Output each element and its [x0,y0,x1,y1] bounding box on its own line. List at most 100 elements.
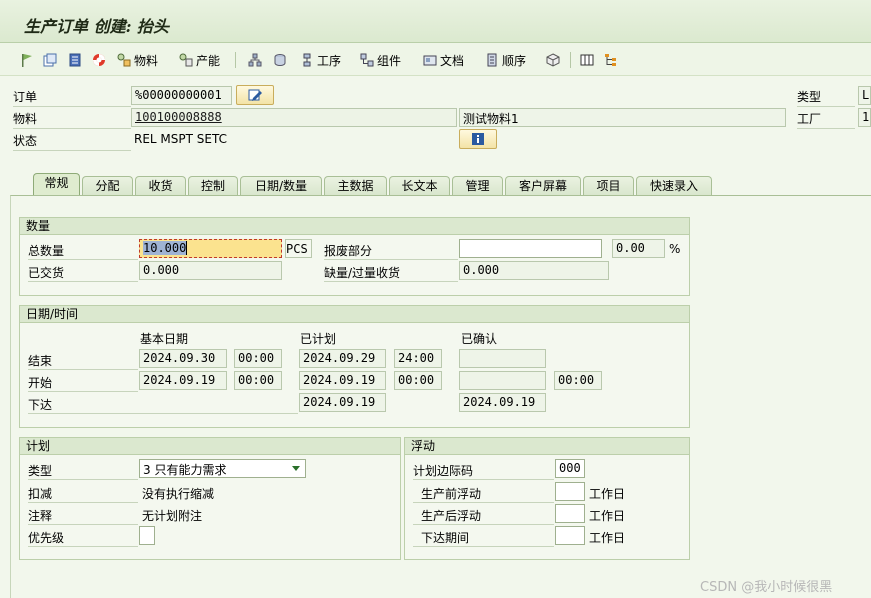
table-button[interactable] [580,51,594,69]
order-field[interactable]: %00000000001 [131,86,232,105]
float-before-label: 生产前浮动 [421,487,482,501]
material-button[interactable]: 物料 [117,51,158,69]
priority-input[interactable] [139,526,155,545]
total-quantity-label: 总数量 [28,244,65,258]
sequences-button[interactable]: 顺序 [485,51,526,69]
order-type-field[interactable]: L( [858,86,871,105]
quantity-group-title: 数量 [20,218,689,235]
tab-control[interactable]: 控制 [188,176,238,195]
tab-goods-receipt[interactable]: 收货 [135,176,186,195]
planning-type-underline [28,479,138,480]
start-scheduled-date-field: 2024.09.19 [299,371,386,390]
sched-margin-label: 计划边际码 [413,464,474,478]
end-basic-time-input[interactable]: 00:00 [234,349,282,368]
type-label: 类型 [797,90,822,104]
tab-fast-entry[interactable]: 快速录入 [636,176,712,195]
start-confirmed-date-field [459,371,546,390]
release-confirmed-field: 2024.09.19 [459,393,546,412]
order-label-underline [13,106,131,107]
documents-button[interactable]: 文档 [423,51,464,69]
short-over-label: 缺量/过量收货 [324,266,401,280]
float-before-input[interactable] [555,482,585,501]
title-bar: 生产订单 创建: 抬头 [0,0,871,43]
database-button[interactable] [273,51,287,69]
lifebuoy-icon [92,53,106,67]
database-icon [273,53,287,67]
scrap-underline [324,259,458,260]
float-after-label: 生产后浮动 [421,509,482,523]
total-quantity-input[interactable]: 10.000 [139,239,282,258]
end-label: 结束 [28,354,53,368]
sequences-icon [485,53,499,67]
pencil-icon [248,89,262,101]
end-scheduled-time-field: 24:00 [394,349,442,368]
short-over-underline [324,281,458,282]
plant-field[interactable]: 1 [858,108,871,127]
toolbar-separator [570,52,571,68]
application-toolbar: 物料 产能 工序 组件 文档 顺序 [0,43,871,76]
table-icon [580,53,594,67]
edit-order-button[interactable] [236,85,274,105]
end-scheduled-date-field: 2024.09.29 [299,349,386,368]
object-button[interactable] [546,51,560,69]
end-confirmed-field [459,349,546,368]
basic-date-header: 基本日期 [140,332,189,346]
material-field[interactable]: 100100008888 [131,108,457,127]
release-period-underline [413,546,554,547]
documents-button-label: 文档 [440,53,465,68]
tab-long-text[interactable]: 长文本 [389,176,450,195]
planning-type-label: 类型 [28,464,53,478]
start-basic-date-input[interactable]: 2024.09.19 [139,371,227,390]
end-basic-date-input[interactable]: 2024.09.30 [139,349,227,368]
tab-general[interactable]: 常规 [33,173,80,195]
list-button[interactable] [68,51,82,69]
float-after-underline [413,524,554,525]
sequences-button-label: 顺序 [502,53,527,68]
start-scheduled-time-field: 00:00 [394,371,442,390]
components-button[interactable]: 组件 [360,51,401,69]
total-quantity-underline [28,259,138,260]
document-copy-button[interactable] [43,51,57,69]
operations-button[interactable]: 工序 [300,51,341,69]
scrap-input[interactable] [459,239,602,258]
release-period-label: 下达期间 [421,531,470,545]
tab-administration[interactable]: 管理 [452,176,503,195]
planning-type-dropdown[interactable]: 3 只有能力需求 [139,459,306,478]
tab-dates-qty[interactable]: 日期/数量 [240,176,322,195]
hierarchy-button[interactable] [248,51,262,69]
start-basic-time-input[interactable]: 00:00 [234,371,282,390]
delivered-label: 已交货 [28,266,65,280]
material-label-underline [13,128,131,129]
reduction-label: 扣减 [28,487,53,501]
type-label-underline [797,106,855,107]
material-button-label: 物料 [134,53,159,68]
release-underline [28,413,298,414]
tab-customer-screen[interactable]: 客户屏幕 [505,176,581,195]
tab-master-data[interactable]: 主数据 [324,176,387,195]
end-underline [28,369,138,370]
note-value: 无计划附注 [142,509,203,523]
release-period-input[interactable] [555,526,585,545]
quantity-unit-box[interactable] [285,239,312,258]
scrap-percent-input[interactable]: 0.00 [612,239,665,258]
structure-button[interactable] [604,51,618,69]
tree-structure-icon [604,53,618,67]
sched-margin-input[interactable]: 000 [555,459,585,478]
material-label: 物料 [13,112,38,126]
plant-label: 工厂 [797,112,822,126]
watermark: CSDN @我小时候很黑 [700,580,833,595]
material-number-link[interactable]: 100100008888 [135,110,222,124]
tab-project[interactable]: 项目 [583,176,634,195]
scrap-label: 报废部分 [324,244,373,258]
status-info-button[interactable] [459,129,497,149]
capacity-button[interactable]: 产能 [179,51,220,69]
info-icon [472,133,484,145]
tab-assignment[interactable]: 分配 [82,176,133,195]
help-button[interactable] [92,51,106,69]
float-after-input[interactable] [555,504,585,523]
flag-button[interactable] [20,51,34,69]
priority-label: 优先级 [28,531,65,545]
reduction-value: 没有执行缩减 [142,487,215,501]
reduction-underline [28,502,138,503]
operations-icon [300,53,314,67]
